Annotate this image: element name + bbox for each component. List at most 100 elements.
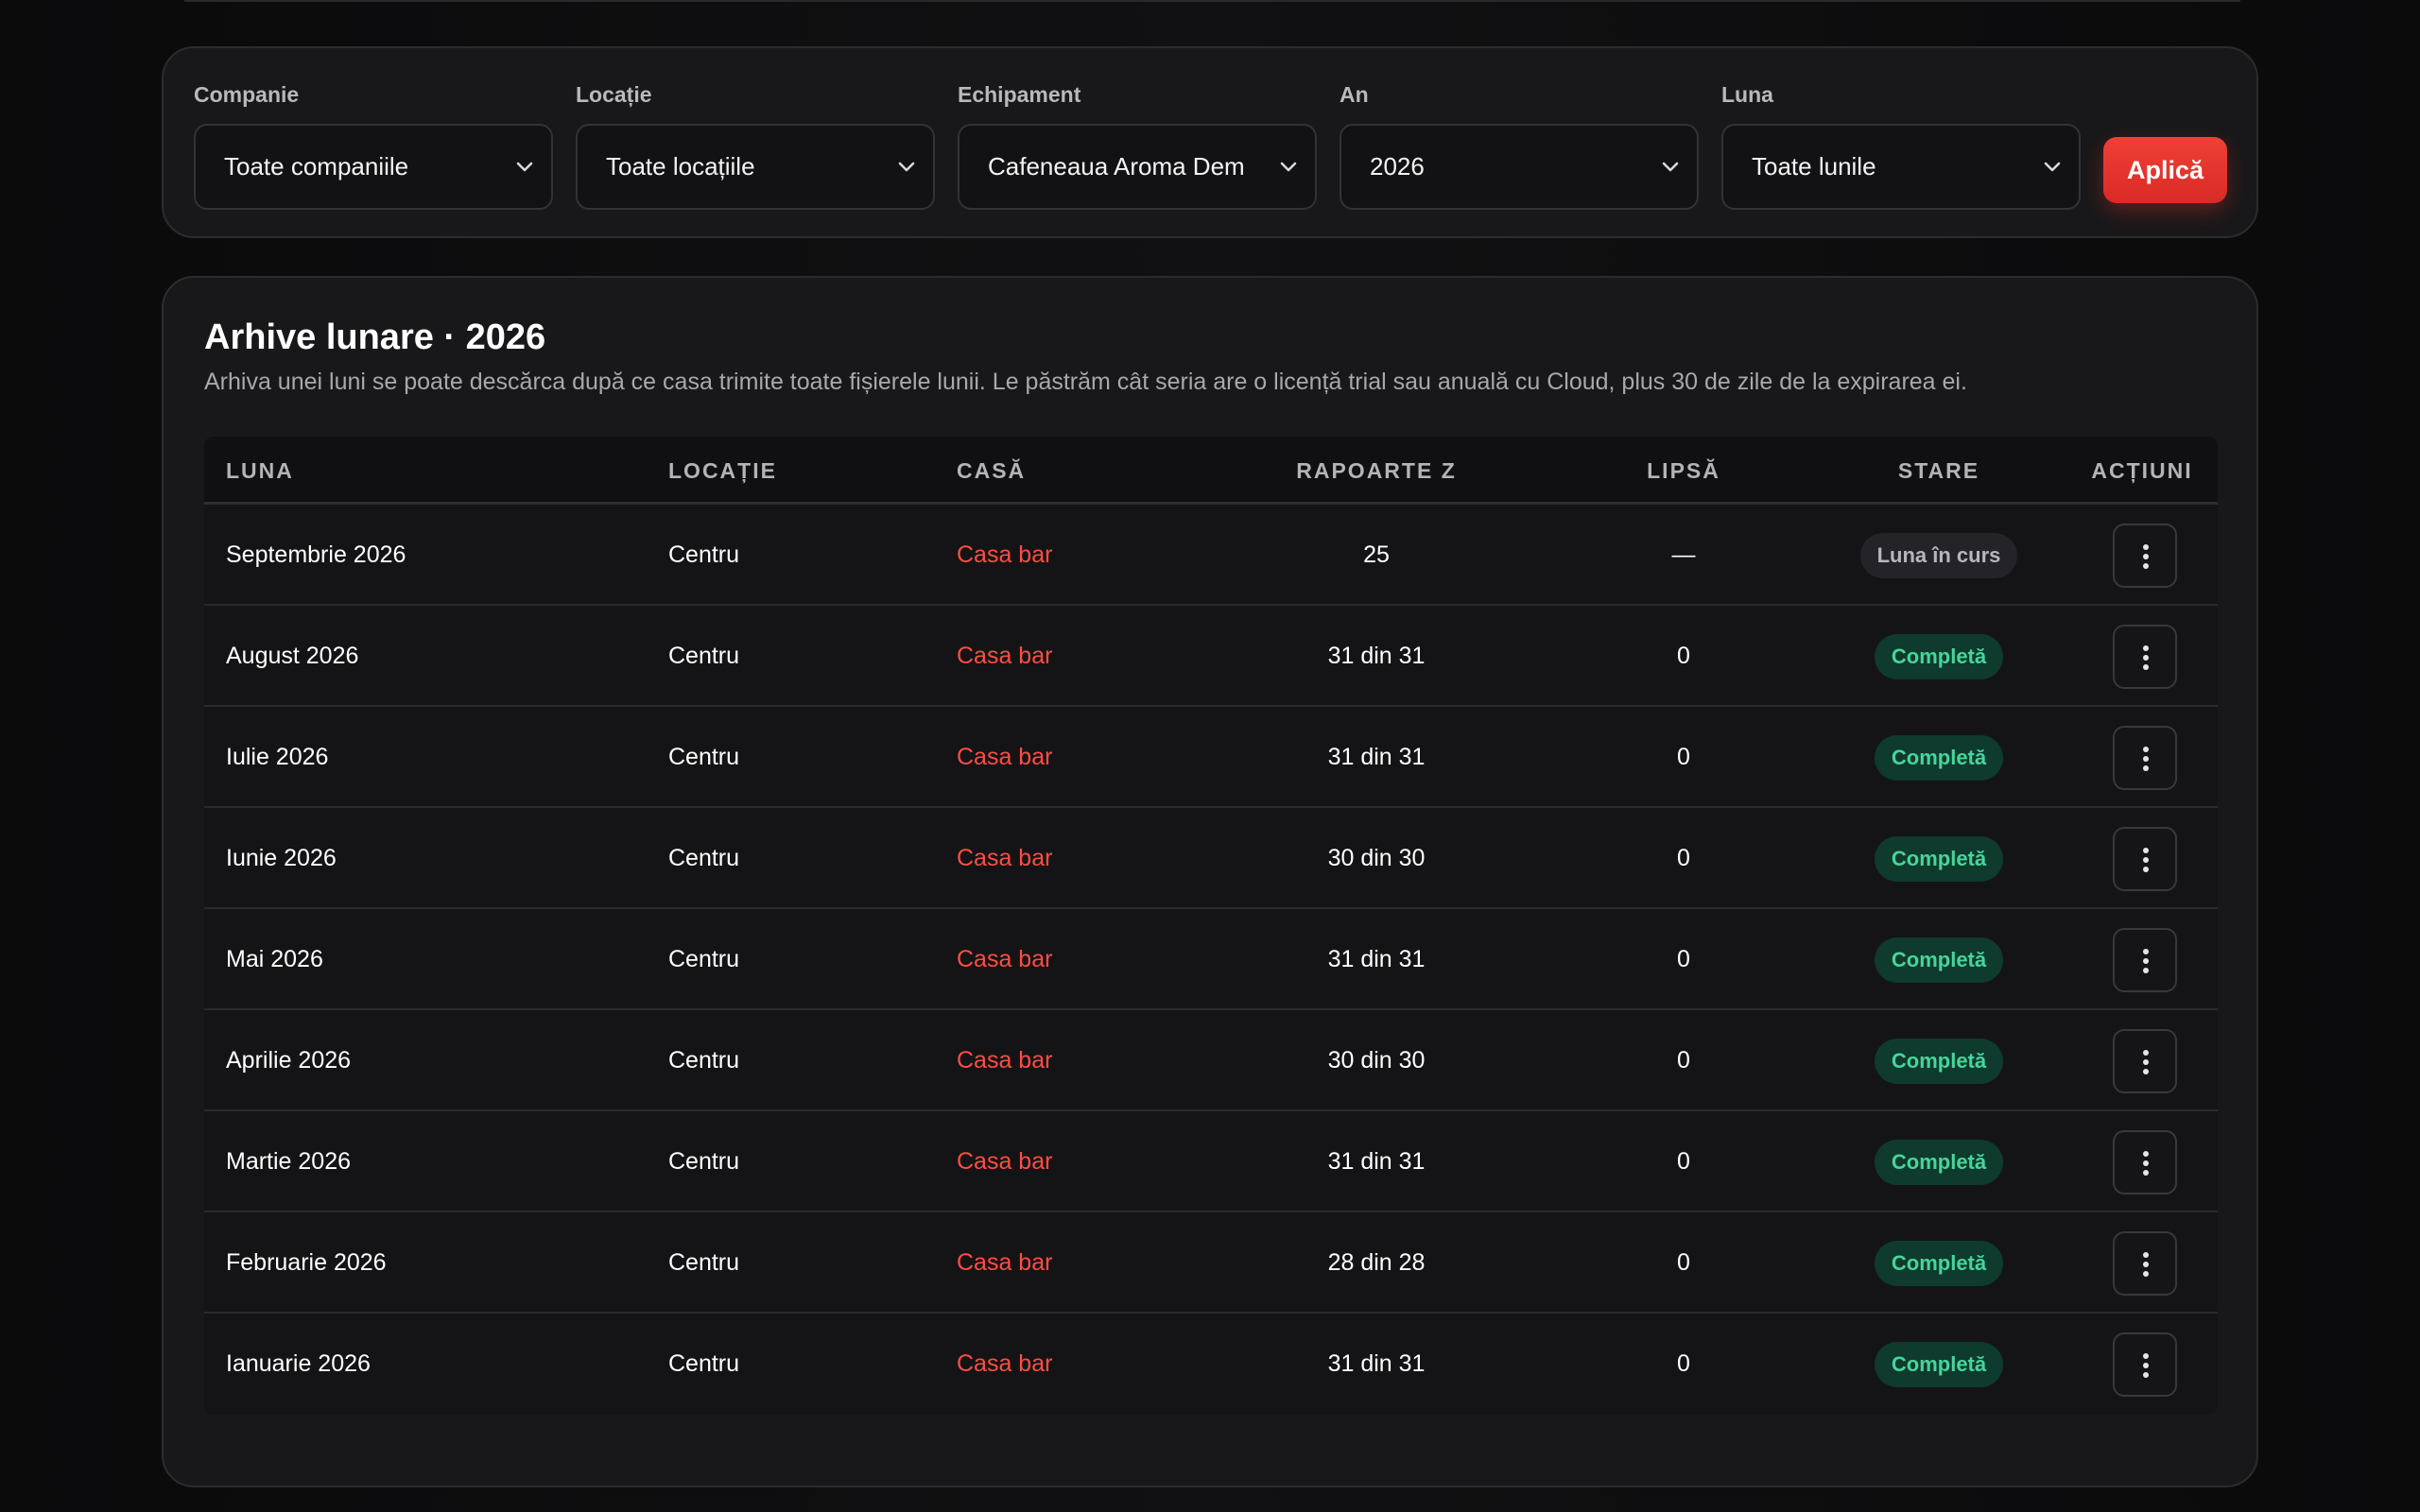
row-actions-button[interactable] [2113, 1130, 2177, 1194]
row-status-cell: Completă [1835, 909, 2043, 1010]
column-header-stare[interactable]: STARE [1835, 437, 2043, 505]
more-vertical-icon [2143, 949, 2149, 973]
column-header-lipsa[interactable]: LIPSĂ [1627, 437, 1740, 505]
month-select[interactable]: Toate lunile [1721, 124, 2081, 210]
row-status-cell: Completă [1835, 1314, 2043, 1415]
row-status-cell: Luna în curs [1835, 505, 2043, 606]
table-row: Martie 2026 Centru Casa bar 31 din 31 0 … [204, 1111, 2218, 1212]
table-row: Septembrie 2026 Centru Casa bar 25 — Lun… [204, 505, 2218, 606]
row-missing: 0 [1677, 1350, 1690, 1377]
year-select[interactable]: 2026 [1340, 124, 1699, 210]
apply-button[interactable]: Aplică [2103, 137, 2227, 203]
column-header-rapoarte[interactable]: RAPOARTE Z [1291, 437, 1461, 505]
row-status-cell: Completă [1835, 1111, 2043, 1212]
row-z-reports: 28 din 28 [1327, 1249, 1426, 1276]
row-register-link[interactable]: Casa bar [957, 1111, 1052, 1212]
row-location: Centru [668, 744, 740, 770]
row-missing: 0 [1677, 643, 1690, 669]
row-register-link[interactable]: Casa bar [957, 1212, 1052, 1314]
filter-bar: Companie Toate companiile Locație Toate … [162, 46, 2258, 238]
row-missing: 0 [1677, 1148, 1690, 1175]
company-filter: Companie Toate companiile [194, 80, 553, 210]
row-z-reports: 25 [1363, 541, 1390, 568]
status-badge: Completă [1874, 1342, 2004, 1388]
column-header-actiuni: ACȚIUNI [2091, 458, 2193, 483]
table-row: August 2026 Centru Casa bar 31 din 31 0 … [204, 606, 2218, 707]
row-register-link[interactable]: Casa bar [957, 808, 1052, 909]
row-status-cell: Completă [1835, 606, 2043, 707]
location-select-value: Toate locațiile [606, 152, 755, 180]
status-badge: Completă [1874, 937, 2004, 984]
page: Companie Toate companiile Locație Toate … [0, 0, 2420, 1512]
column-header-locatie[interactable]: LOCAȚIE [668, 437, 777, 505]
row-missing: 0 [1677, 1249, 1690, 1276]
status-badge: Completă [1874, 735, 2004, 782]
row-register-link[interactable]: Casa bar [957, 1010, 1052, 1111]
more-vertical-icon [2143, 1252, 2149, 1277]
table-row: Aprilie 2026 Centru Casa bar 30 din 30 0… [204, 1010, 2218, 1111]
row-month: Ianuarie 2026 [226, 1350, 371, 1377]
archives-description: Arhiva unei luni se poate descărca după … [204, 369, 1967, 395]
row-missing: 0 [1677, 946, 1690, 972]
chevron-down-icon [1662, 162, 1679, 172]
table-header: LUNA LOCAȚIE CASĂ RAPOARTE Z LIPSĂ STARE… [204, 437, 2218, 505]
row-missing: 0 [1677, 845, 1690, 871]
row-actions-button[interactable] [2113, 726, 2177, 790]
row-status-cell: Completă [1835, 707, 2043, 808]
row-z-reports: 31 din 31 [1327, 643, 1426, 669]
more-vertical-icon [2143, 747, 2149, 771]
more-vertical-icon [2143, 848, 2149, 872]
location-filter-label: Locație [576, 82, 652, 107]
equipment-filter-label: Echipament [958, 82, 1081, 107]
status-badge: Completă [1874, 1140, 2004, 1186]
row-month: Iulie 2026 [226, 744, 329, 770]
table-row: Februarie 2026 Centru Casa bar 28 din 28… [204, 1212, 2218, 1314]
row-z-reports: 31 din 31 [1327, 1148, 1426, 1175]
row-actions-button[interactable] [2113, 1231, 2177, 1296]
row-actions-button[interactable] [2113, 625, 2177, 689]
row-location: Centru [668, 946, 740, 972]
row-month: Septembrie 2026 [226, 541, 406, 568]
company-select-value: Toate companiile [224, 152, 409, 180]
monthly-archives-card: Arhive lunare · 2026 Arhiva unei luni se… [162, 276, 2258, 1487]
row-location: Centru [668, 643, 740, 669]
table-row: Mai 2026 Centru Casa bar 31 din 31 0 Com… [204, 909, 2218, 1010]
more-vertical-icon [2143, 1353, 2149, 1378]
row-register-link[interactable]: Casa bar [957, 707, 1052, 808]
row-z-reports: 31 din 31 [1327, 744, 1426, 770]
row-z-reports: 30 din 30 [1327, 845, 1426, 871]
row-actions-button[interactable] [2113, 928, 2177, 992]
row-location: Centru [668, 1148, 740, 1175]
company-select[interactable]: Toate companiile [194, 124, 553, 210]
row-location: Centru [668, 1350, 740, 1377]
column-header-casa[interactable]: CASĂ [957, 437, 1026, 505]
more-vertical-icon [2143, 1050, 2149, 1074]
chevron-down-icon [1280, 162, 1297, 172]
column-header-luna[interactable]: LUNA [226, 437, 294, 505]
row-actions-button[interactable] [2113, 827, 2177, 891]
location-select[interactable]: Toate locațiile [576, 124, 935, 210]
row-register-link[interactable]: Casa bar [957, 909, 1052, 1010]
row-status-cell: Completă [1835, 808, 2043, 909]
more-vertical-icon [2143, 645, 2149, 670]
chevron-down-icon [2044, 162, 2061, 172]
row-month: Februarie 2026 [226, 1249, 387, 1276]
equipment-filter: Echipament Cafeneaua Aroma Dem [958, 80, 1317, 210]
status-badge: Luna în curs [1859, 533, 2018, 579]
row-register-link[interactable]: Casa bar [957, 1314, 1052, 1415]
row-actions-button[interactable] [2113, 524, 2177, 588]
row-actions-button[interactable] [2113, 1332, 2177, 1397]
row-z-reports: 31 din 31 [1327, 946, 1426, 972]
more-vertical-icon [2143, 544, 2149, 569]
year-filter: An 2026 [1340, 80, 1699, 210]
row-register-link[interactable]: Casa bar [957, 606, 1052, 707]
equipment-select[interactable]: Cafeneaua Aroma Dem [958, 124, 1317, 210]
row-register-link[interactable]: Casa bar [957, 505, 1052, 606]
row-month: Iunie 2026 [226, 845, 337, 871]
location-filter: Locație Toate locațiile [576, 80, 935, 210]
row-status-cell: Completă [1835, 1212, 2043, 1314]
archives-table: LUNA LOCAȚIE CASĂ RAPOARTE Z LIPSĂ STARE… [204, 437, 2218, 1415]
row-actions-button[interactable] [2113, 1029, 2177, 1093]
month-select-value: Toate lunile [1752, 152, 1876, 180]
row-z-reports: 31 din 31 [1327, 1350, 1426, 1377]
